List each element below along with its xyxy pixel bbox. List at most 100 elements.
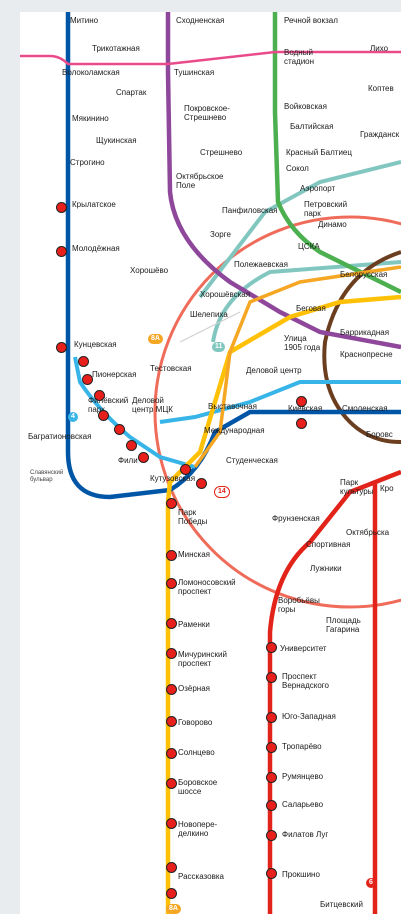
- station-park-kultury[interactable]: Парк культуры: [340, 478, 374, 496]
- station-koptevo[interactable]: Коптев: [368, 84, 394, 93]
- location-marker[interactable]: [266, 830, 277, 841]
- station-krasnopresnenskaya[interactable]: Краснопресне: [340, 350, 393, 359]
- station-spartak[interactable]: Спартак: [116, 88, 146, 97]
- station-volokolamskaya[interactable]: Волоколамская: [62, 68, 120, 77]
- location-marker[interactable]: [180, 464, 191, 475]
- station-frunzenskaya[interactable]: Фрунзенская: [272, 514, 320, 523]
- location-marker[interactable]: [56, 202, 67, 213]
- location-marker[interactable]: [296, 418, 307, 429]
- station-belorusskaya[interactable]: Белорусская: [340, 270, 387, 279]
- station-ramenki[interactable]: Раменки: [178, 620, 210, 629]
- station-govorovo[interactable]: Говорово: [178, 718, 212, 727]
- location-marker[interactable]: [98, 410, 109, 421]
- location-marker[interactable]: [166, 550, 177, 561]
- location-marker[interactable]: [138, 452, 149, 463]
- station-delovoy-tsentr-mck[interactable]: Деловой центр МЦК: [132, 396, 173, 414]
- location-marker[interactable]: [78, 356, 89, 367]
- station-ploshchad-gagarina[interactable]: Площадь Гагарина: [326, 616, 361, 634]
- station-khoroshevo[interactable]: Хорошёво: [130, 266, 168, 275]
- location-marker[interactable]: [94, 390, 105, 401]
- location-marker[interactable]: [126, 440, 137, 451]
- location-marker[interactable]: [196, 478, 207, 489]
- station-yugo-zapadnaya[interactable]: Юго-Западная: [282, 712, 336, 721]
- station-vodny-stadion[interactable]: Водный стадион: [284, 48, 314, 66]
- location-marker[interactable]: [166, 818, 177, 829]
- station-prospekt-vernadskogo[interactable]: Проспект Вернадского: [282, 672, 329, 690]
- station-pokrovskoe-streshnevo[interactable]: Покровское- Стрешнево: [184, 104, 230, 122]
- station-myakinino[interactable]: Мякинино: [72, 114, 109, 123]
- location-marker[interactable]: [266, 800, 277, 811]
- station-minskaya[interactable]: Минская: [178, 550, 210, 559]
- map-canvas[interactable]: Митино Сходненская Речной вокзал Трикота…: [20, 12, 401, 914]
- station-grazhdanskaya[interactable]: Гражданск: [360, 130, 399, 139]
- station-ozyornaya[interactable]: Озёрная: [178, 684, 210, 693]
- location-marker[interactable]: [266, 772, 277, 783]
- station-mezhdunarodnaya[interactable]: Международная: [204, 426, 265, 435]
- station-zorge[interactable]: Зорге: [210, 230, 231, 239]
- station-rechnoy-vokzal[interactable]: Речной вокзал: [284, 16, 338, 25]
- station-kuntsevskaya[interactable]: Кунцевская: [74, 340, 117, 349]
- station-troparyovo[interactable]: Тропарёво: [282, 742, 322, 751]
- station-aeroport[interactable]: Аэропорт: [300, 184, 335, 193]
- station-novoperedelkino[interactable]: Новопере- делкино: [178, 820, 217, 838]
- station-fili[interactable]: Фили: [118, 456, 138, 465]
- location-marker[interactable]: [166, 748, 177, 759]
- location-marker[interactable]: [166, 778, 177, 789]
- station-salaryevo[interactable]: Саларьево: [282, 800, 323, 809]
- location-marker[interactable]: [166, 578, 177, 589]
- station-borovskoe-shosse[interactable]: Боровское шоссе: [178, 778, 217, 796]
- station-testovskaya[interactable]: Тестовская: [150, 364, 192, 373]
- station-pionerskaya[interactable]: Пионерская: [92, 370, 136, 379]
- station-panfilovskaya[interactable]: Панфиловская: [222, 206, 278, 215]
- station-shelepikha[interactable]: Шелепиха: [190, 310, 228, 319]
- station-universitet[interactable]: Университет: [280, 644, 327, 653]
- station-oktyabrskaya[interactable]: Октябрьска: [346, 528, 389, 537]
- station-mitino[interactable]: Митино: [70, 16, 98, 25]
- station-molodezhnaya[interactable]: Молодёжная: [72, 244, 120, 253]
- station-ulitsa-1905[interactable]: Улица 1905 года: [284, 334, 320, 352]
- station-filatov-lug[interactable]: Филатов Луг: [282, 830, 328, 839]
- station-rumyantsevo[interactable]: Румянцево: [282, 772, 323, 781]
- station-dinamo[interactable]: Динамо: [318, 220, 347, 229]
- location-marker[interactable]: [166, 648, 177, 659]
- location-marker[interactable]: [266, 742, 277, 753]
- station-lomonosovsky-prospekt[interactable]: Ломоносовский проспект: [178, 578, 236, 596]
- station-luzhniki[interactable]: Лужники: [310, 564, 342, 573]
- station-begovaya[interactable]: Беговая: [296, 304, 326, 313]
- station-tsska[interactable]: ЦСКА: [298, 242, 320, 251]
- station-oktyabrskoe-pole[interactable]: Октябрьское Поле: [176, 172, 224, 190]
- station-trikotazhnaya[interactable]: Трикотажная: [92, 44, 140, 53]
- station-solntsevo[interactable]: Солнцево: [178, 748, 215, 757]
- station-petrovsky-park[interactable]: Петровский парк: [304, 200, 347, 218]
- location-marker[interactable]: [56, 246, 67, 257]
- station-kropotkinskaya[interactable]: Кро: [380, 484, 394, 493]
- station-bitsevsky[interactable]: Битцевский: [320, 900, 363, 909]
- station-strogino[interactable]: Строгино: [70, 158, 105, 167]
- station-delovoy-tsentr[interactable]: Деловой центр: [246, 366, 302, 375]
- location-marker[interactable]: [166, 498, 177, 509]
- location-marker[interactable]: [266, 642, 277, 653]
- station-vystavochnaya[interactable]: Выставочная: [208, 402, 257, 411]
- station-kutuzovskaya[interactable]: Кутузовская: [150, 474, 195, 483]
- station-sportivnaya[interactable]: Спортивная: [306, 540, 350, 549]
- location-marker[interactable]: [166, 684, 177, 695]
- station-shchukinskaya[interactable]: Щукинская: [96, 136, 137, 145]
- location-marker[interactable]: [82, 374, 93, 385]
- location-marker[interactable]: [114, 424, 125, 435]
- location-marker[interactable]: [166, 862, 177, 873]
- station-streshnevo[interactable]: Стрешнево: [200, 148, 242, 157]
- station-baltiyskaya[interactable]: Балтийская: [290, 122, 333, 131]
- location-marker[interactable]: [166, 716, 177, 727]
- station-borovitskaya[interactable]: Боровс: [366, 430, 393, 439]
- location-marker[interactable]: [166, 618, 177, 629]
- station-rasskazovka[interactable]: Рассказовка: [178, 872, 224, 881]
- station-smolenskaya-arbatskaya[interactable]: Смоленская: [342, 404, 388, 413]
- location-marker[interactable]: [56, 342, 67, 353]
- station-voykovskaya[interactable]: Войковская: [284, 102, 327, 111]
- location-marker[interactable]: [166, 888, 177, 899]
- station-michurinsky-prospekt[interactable]: Мичуринский проспект: [178, 650, 227, 668]
- location-marker[interactable]: [296, 396, 307, 407]
- station-bagrationovskaya[interactable]: Багратионовская: [28, 432, 91, 441]
- station-polezhaevskaya[interactable]: Полежаевская: [234, 260, 288, 269]
- station-skhodnenskaya[interactable]: Сходненская: [176, 16, 224, 25]
